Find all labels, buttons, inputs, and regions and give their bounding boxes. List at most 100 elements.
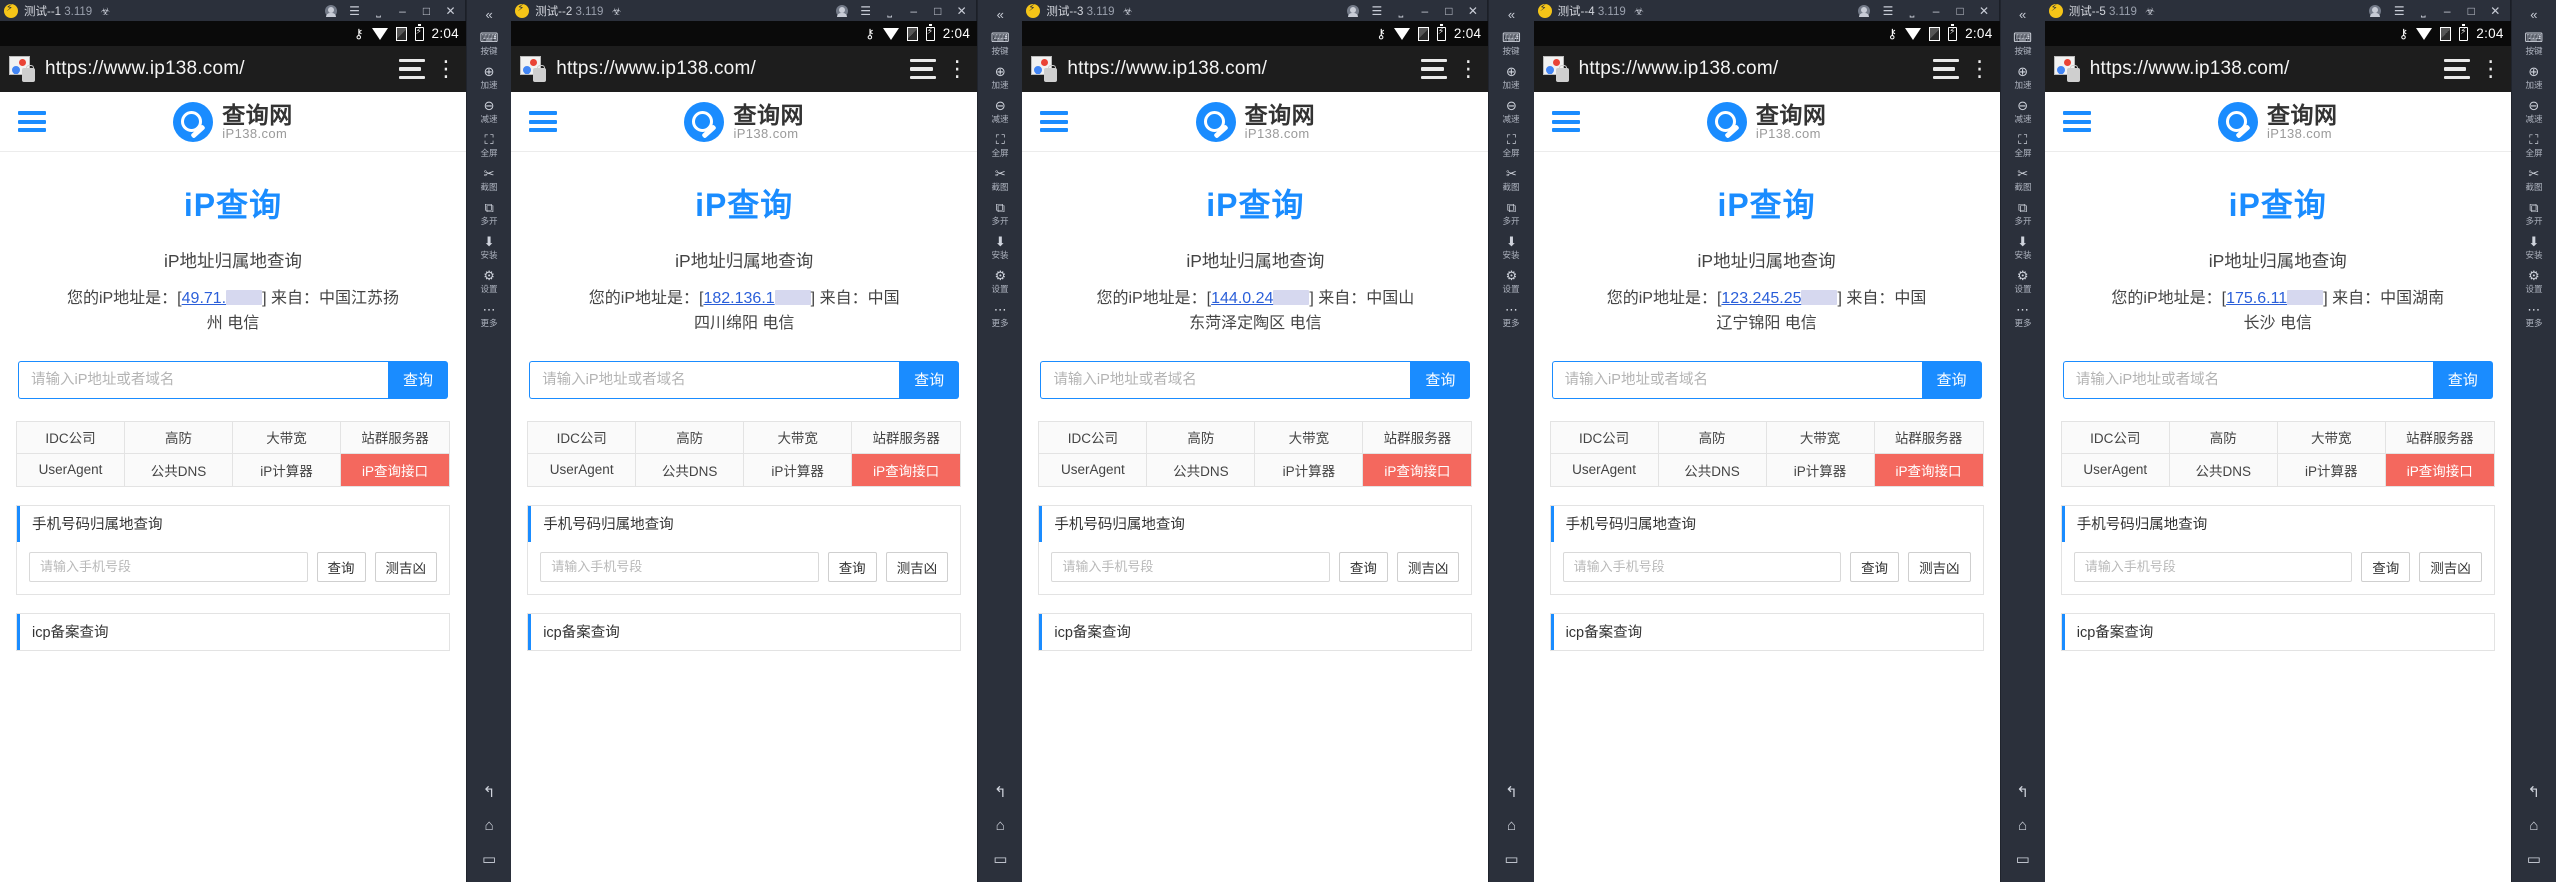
menu-icon[interactable]: ☰ xyxy=(2393,4,2406,17)
multi-open-tool[interactable]: ⧉ 多开 xyxy=(467,195,511,229)
ip-search-input[interactable] xyxy=(1040,360,1411,399)
close-icon[interactable]: ✕ xyxy=(1978,4,1991,17)
url-text[interactable]: https://www.ip138.com/ xyxy=(1579,58,1923,80)
quick-tag-4[interactable]: 站群服务器 xyxy=(852,421,961,454)
quick-tag-7[interactable]: iP计算器 xyxy=(1255,453,1364,486)
ip-search-button[interactable]: 查询 xyxy=(899,360,960,399)
quick-tag-7[interactable]: iP计算器 xyxy=(1766,453,1875,486)
minimize-icon[interactable]: ‒ xyxy=(907,4,920,17)
maximize-icon[interactable]: □ xyxy=(2465,4,2478,17)
settings-tool[interactable]: ⚙ 设置 xyxy=(978,263,1022,297)
reader-mode-icon[interactable] xyxy=(2443,59,2470,79)
phone-luck-button[interactable]: 测吉凶 xyxy=(2419,551,2482,582)
phone-query-button[interactable]: 查询 xyxy=(316,551,366,582)
quick-tag-3[interactable]: 大带宽 xyxy=(744,421,853,454)
quick-tag-2[interactable]: 高防 xyxy=(2169,421,2278,454)
multi-open-tool[interactable]: ⧉ 多开 xyxy=(2512,195,2556,229)
rail-collapse-button[interactable]: « xyxy=(1489,4,1533,25)
chevron-left-icon[interactable]: « xyxy=(2019,7,2026,22)
url-text[interactable]: https://www.ip138.com/ xyxy=(2090,58,2434,80)
back-nav-icon[interactable]: ↰ xyxy=(2016,783,2029,801)
recents-nav-icon[interactable]: ▭ xyxy=(1504,850,1518,868)
browser-overflow-icon[interactable]: ⋮ xyxy=(1457,58,1479,80)
more-tool[interactable]: ⋯ 更多 xyxy=(978,297,1022,331)
slow-down-tool[interactable]: ⊖ 减速 xyxy=(1489,93,1533,127)
close-icon[interactable]: ✕ xyxy=(1466,4,1479,17)
phone-input[interactable] xyxy=(1051,551,1330,582)
hamburger-menu-icon[interactable] xyxy=(1551,111,1580,132)
phone-input[interactable] xyxy=(29,551,308,582)
speed-up-tool[interactable]: ⊕ 加速 xyxy=(978,59,1022,93)
quick-tag-3[interactable]: 大带宽 xyxy=(1255,421,1364,454)
maximize-icon[interactable]: □ xyxy=(931,4,944,17)
multi-open-tool[interactable]: ⧉ 多开 xyxy=(978,195,1022,229)
chevron-left-icon[interactable]: « xyxy=(997,7,1004,22)
home-nav-icon[interactable]: ⌂ xyxy=(485,817,494,834)
slow-down-tool[interactable]: ⊖ 减速 xyxy=(2512,93,2556,127)
chevron-left-icon[interactable]: « xyxy=(485,7,492,22)
rail-collapse-button[interactable]: « xyxy=(2001,4,2045,25)
ip-search-input[interactable] xyxy=(18,360,388,399)
close-icon[interactable]: ✕ xyxy=(2489,4,2502,17)
more-tool[interactable]: ⋯ 更多 xyxy=(1489,297,1533,331)
browser-overflow-icon[interactable]: ⋮ xyxy=(2480,58,2502,80)
browser-url-bar[interactable]: https://www.ip138.com/ ⋮ xyxy=(2044,46,2511,92)
url-text[interactable]: https://www.ip138.com/ xyxy=(45,58,389,80)
ip-link[interactable]: 175.6.11 xyxy=(2226,290,2287,307)
ip-search-button[interactable]: 查询 xyxy=(1921,360,1982,399)
quick-tag-1[interactable]: IDC公司 xyxy=(1039,421,1148,454)
quick-tag-1[interactable]: IDC公司 xyxy=(17,421,125,454)
ip-search-button[interactable]: 查询 xyxy=(1410,360,1471,399)
settings-tool[interactable]: ⚙ 设置 xyxy=(2001,263,2045,297)
install-tool[interactable]: ⬇ 安装 xyxy=(1489,229,1533,263)
screenshot-tool[interactable]: ✂ 截图 xyxy=(2001,161,2045,195)
avatar-icon[interactable] xyxy=(1346,4,1359,17)
key-tool[interactable]: ⌨ 按键 xyxy=(978,25,1022,59)
screenshot-tool[interactable]: ✂ 截图 xyxy=(978,161,1022,195)
speed-up-tool[interactable]: ⊕ 加速 xyxy=(1489,59,1533,93)
browser-overflow-icon[interactable]: ⋮ xyxy=(1969,58,1991,80)
quick-tag-4[interactable]: 站群服务器 xyxy=(341,421,449,454)
quick-tag-6[interactable]: 公共DNS xyxy=(1658,453,1767,486)
quick-tag-7[interactable]: iP计算器 xyxy=(744,453,853,486)
avatar-icon[interactable] xyxy=(835,4,848,17)
speed-up-tool[interactable]: ⊕ 加速 xyxy=(2512,59,2556,93)
quick-tag-7[interactable]: iP计算器 xyxy=(233,453,341,486)
quick-tag-2[interactable]: 高防 xyxy=(125,421,233,454)
back-nav-icon[interactable]: ↰ xyxy=(2528,783,2541,801)
fullscreen-tool[interactable]: ⛶ 全屏 xyxy=(1489,127,1533,161)
key-tool[interactable]: ⌨ 按键 xyxy=(2512,25,2556,59)
restore-icon[interactable]: ⎵ xyxy=(372,4,385,17)
multi-open-tool[interactable]: ⧉ 多开 xyxy=(2001,195,2045,229)
menu-icon[interactable]: ☰ xyxy=(1370,4,1383,17)
screenshot-tool[interactable]: ✂ 截图 xyxy=(467,161,511,195)
recents-nav-icon[interactable]: ▭ xyxy=(993,850,1007,868)
quick-tag-8[interactable]: iP查询接口 xyxy=(2385,453,2494,486)
chevron-left-icon[interactable]: « xyxy=(2530,7,2537,22)
quick-tag-8[interactable]: iP查询接口 xyxy=(341,453,449,486)
minimize-icon[interactable]: ‒ xyxy=(396,4,409,17)
quick-tag-5[interactable]: UserAgent xyxy=(528,453,637,486)
maximize-icon[interactable]: □ xyxy=(420,4,433,17)
home-nav-icon[interactable]: ⌂ xyxy=(2018,817,2027,834)
speed-up-tool[interactable]: ⊕ 加速 xyxy=(467,59,511,93)
quick-tag-2[interactable]: 高防 xyxy=(1147,421,1256,454)
back-nav-icon[interactable]: ↰ xyxy=(483,783,496,801)
browser-overflow-icon[interactable]: ⋮ xyxy=(435,58,457,80)
ip-search-button[interactable]: 查询 xyxy=(388,360,448,399)
key-tool[interactable]: ⌨ 按键 xyxy=(2001,25,2045,59)
key-tool[interactable]: ⌨ 按键 xyxy=(1489,25,1533,59)
multi-open-tool[interactable]: ⧉ 多开 xyxy=(1489,195,1533,229)
quick-tag-8[interactable]: iP查询接口 xyxy=(1874,453,1983,486)
phone-query-button[interactable]: 查询 xyxy=(2361,551,2411,582)
rail-collapse-button[interactable]: « xyxy=(2512,4,2556,25)
home-nav-icon[interactable]: ⌂ xyxy=(996,817,1005,834)
phone-input[interactable] xyxy=(540,551,819,582)
phone-query-button[interactable]: 查询 xyxy=(827,551,877,582)
settings-tool[interactable]: ⚙ 设置 xyxy=(467,263,511,297)
avatar-icon[interactable] xyxy=(2369,4,2382,17)
close-icon[interactable]: ✕ xyxy=(955,4,968,17)
quick-tag-3[interactable]: 大带宽 xyxy=(1766,421,1875,454)
slow-down-tool[interactable]: ⊖ 减速 xyxy=(467,93,511,127)
restore-icon[interactable]: ⎵ xyxy=(1906,4,1919,17)
